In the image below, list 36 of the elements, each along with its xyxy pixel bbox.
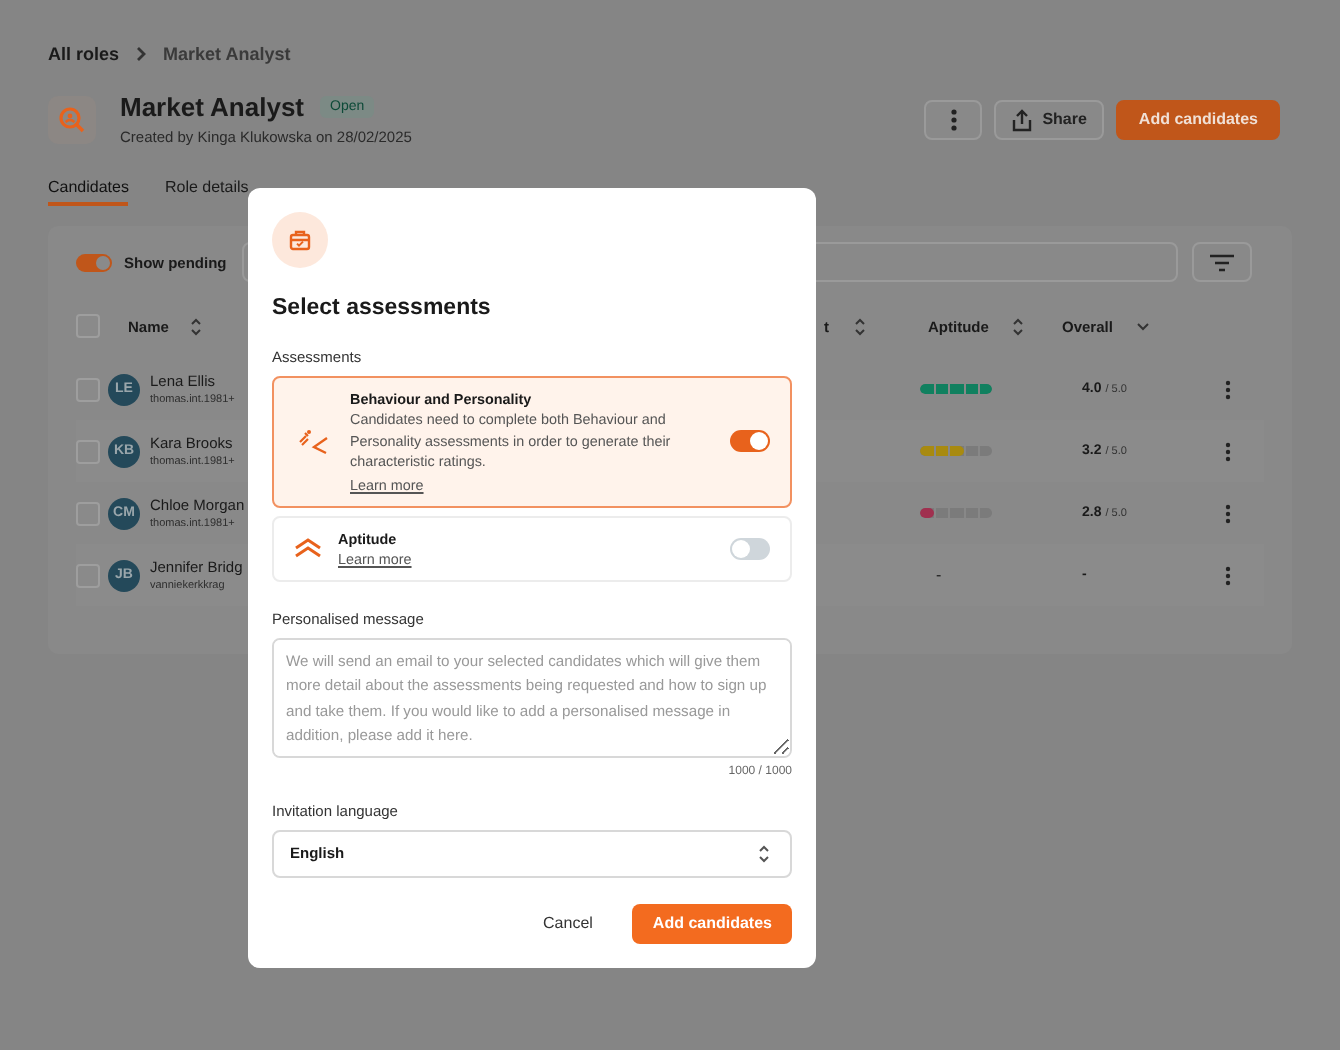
more-button[interactable] <box>924 99 983 139</box>
assessment-icon <box>272 212 328 268</box>
dialog-title: Select assessments <box>272 296 493 320</box>
table-cell: - <box>936 566 942 584</box>
share-icon <box>1012 107 1033 131</box>
updown-icon <box>758 843 770 863</box>
kebab-icon <box>1224 379 1232 399</box>
filter-icon <box>1210 253 1235 271</box>
tab[interactable]: Role details <box>164 178 249 206</box>
toggle-switch[interactable] <box>76 253 112 271</box>
role-title: Market Analyst <box>120 92 304 122</box>
chevron-down-icon[interactable] <box>1136 321 1151 331</box>
kebab-icon <box>1224 565 1232 585</box>
filter-button[interactable] <box>1192 242 1253 282</box>
cancel-button[interactable]: Cancel <box>527 903 609 943</box>
chevrons-up-icon <box>294 538 322 558</box>
sort-icon[interactable] <box>853 317 865 335</box>
sort-icon[interactable] <box>190 317 203 335</box>
breadcrumb-link[interactable]: All roles <box>48 44 120 64</box>
kebab-icon <box>949 107 958 131</box>
sort-icon[interactable] <box>1012 317 1025 335</box>
add-candidates-button[interactable]: Add candidates <box>1116 99 1280 139</box>
chevron-icon <box>135 46 148 62</box>
gesture-icon <box>298 427 330 456</box>
toggle-switch[interactable] <box>730 430 770 453</box>
tab[interactable]: Candidates <box>48 178 129 206</box>
kebab-icon <box>1224 503 1232 523</box>
aptitude-bar <box>920 508 992 518</box>
add-candidates-button[interactable]: Add candidates <box>632 903 792 943</box>
aptitude-bar <box>920 384 992 394</box>
aptitude-bar <box>920 446 992 456</box>
search-person-icon <box>48 95 96 143</box>
toggle-switch[interactable] <box>730 537 770 559</box>
kebab-icon <box>1224 441 1232 461</box>
share-button[interactable]: Share <box>994 99 1105 139</box>
breadcrumb-link[interactable]: Market Analyst <box>163 44 291 64</box>
